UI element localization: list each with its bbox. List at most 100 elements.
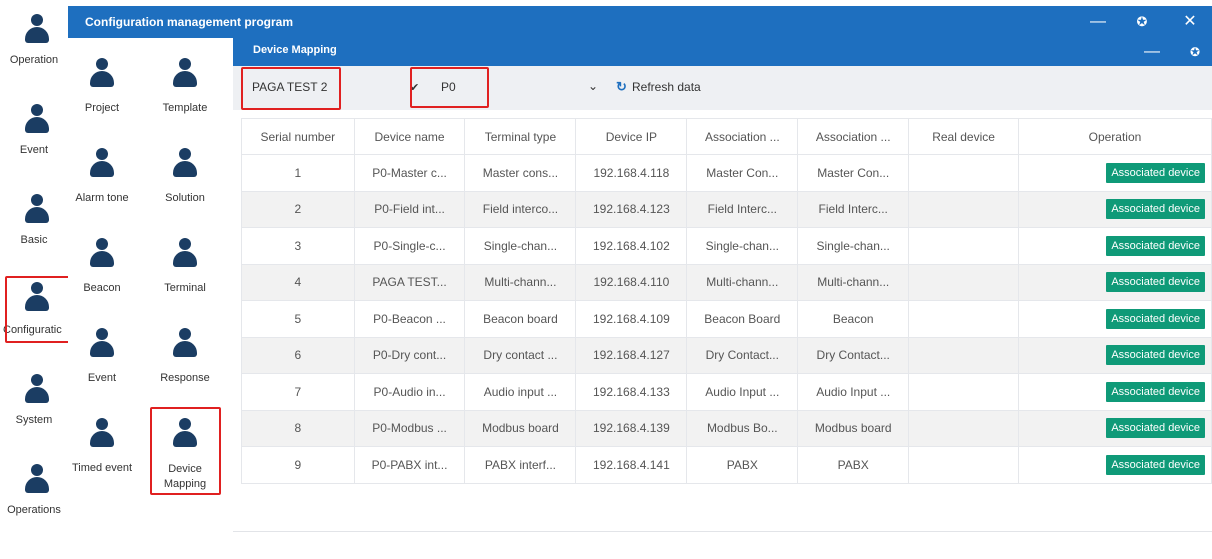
table-row[interactable]: 4 PAGA TEST... Multi-chann... 192.168.4.110…: [241, 264, 1212, 301]
associated-device-button[interactable]: Associated device: [1106, 454, 1205, 475]
submenu-item-beacon[interactable]: Beacon: [62, 238, 142, 298]
table-cell-name: P0-Single-c...: [354, 227, 466, 265]
rail-item-operation[interactable]: Operation: [0, 10, 68, 70]
close-icon[interactable]: ✕: [1178, 10, 1202, 34]
table-cell-type: Multi-chann...: [464, 264, 577, 301]
table-row[interactable]: 2 P0-Field int... Field interco... 192.168.…: [241, 191, 1212, 228]
rail-item-label: Operations: [7, 504, 61, 516]
table-cell-serial: 5: [241, 300, 355, 338]
rail-item-basic[interactable]: Basic: [0, 190, 68, 250]
table-cell-assoc2: Field Interc...: [797, 191, 910, 228]
table-cell-ip: 192.168.4.123: [575, 191, 688, 228]
table-cell-assoc1: Master Con...: [686, 154, 799, 192]
associated-device-button[interactable]: Associated device: [1106, 235, 1205, 256]
table-cell-ip: 192.168.4.109: [575, 300, 688, 338]
chevron-down-icon[interactable]: ⌄: [588, 79, 598, 93]
associated-device-button[interactable]: Associated device: [1106, 308, 1205, 329]
person-icon: [172, 148, 198, 178]
submenu-item-timed-event[interactable]: Timed event: [62, 418, 142, 478]
content-footer: [233, 532, 1212, 559]
table-cell-name: P0-Beacon ...: [354, 300, 466, 338]
associated-device-button[interactable]: Associated device: [1106, 162, 1205, 183]
person-icon: [24, 374, 50, 404]
rail-item-event[interactable]: Event: [0, 100, 68, 160]
person-icon: [24, 104, 50, 134]
rail-item-label: Event: [19, 144, 49, 156]
table-row[interactable]: 1 P0-Master c... Master cons... 192.168.4.1…: [241, 154, 1212, 192]
submenu-item-project[interactable]: Project: [62, 58, 142, 118]
table-cell-serial: 7: [241, 373, 355, 411]
table-cell-assoc2: Beacon: [797, 300, 910, 338]
table-cell-real: [908, 227, 1019, 265]
column-header[interactable]: Operation: [1018, 118, 1212, 155]
refresh-data-button[interactable]: Refresh data: [632, 80, 701, 94]
table-cell-operation: Associated device: [1018, 446, 1212, 484]
submenu-item-label: Alarm tone: [75, 192, 129, 204]
column-header[interactable]: Real device: [908, 118, 1019, 155]
submenu-item-response[interactable]: Response: [145, 328, 225, 388]
submenu-item-label: Terminal: [164, 282, 206, 294]
column-header[interactable]: Association ...: [686, 118, 799, 155]
table-cell-type: Audio input ...: [464, 373, 577, 411]
associated-device-button[interactable]: Associated device: [1106, 199, 1205, 220]
column-header[interactable]: Terminal type: [464, 118, 577, 155]
table-cell-name: P0-Audio in...: [354, 373, 466, 411]
restore-icon[interactable]: ✪: [1183, 40, 1207, 64]
table-row[interactable]: 7 P0-Audio in... Audio input ... 192.168.4.…: [241, 373, 1212, 411]
table-row[interactable]: 8 P0-Modbus ... Modbus board 192.168.4.139 M…: [241, 410, 1212, 447]
submenu-item-solution[interactable]: Solution: [145, 148, 225, 208]
toolbar: [233, 66, 1212, 110]
rail-item-operations[interactable]: Operations: [0, 460, 68, 520]
table-cell-operation: Associated device: [1018, 373, 1212, 411]
minimize-icon[interactable]: —: [1086, 10, 1110, 34]
table-cell-assoc2: Multi-chann...: [797, 264, 910, 301]
column-header[interactable]: Device IP: [575, 118, 688, 155]
submenu-item-template[interactable]: Template: [145, 58, 225, 118]
person-icon: [89, 58, 115, 88]
table-row[interactable]: 3 P0-Single-c... Single-chan... 192.168.4.1…: [241, 227, 1212, 265]
submenu-item-label: Response: [160, 372, 210, 384]
submenu-item-label: Event: [87, 372, 117, 384]
table-cell-real: [908, 264, 1019, 301]
person-icon: [24, 464, 50, 494]
table-cell-name: P0-Master c...: [354, 154, 466, 192]
table-cell-operation: Associated device: [1018, 300, 1212, 338]
submenu-item-terminal[interactable]: Terminal: [145, 238, 225, 298]
submenu-item-alarm-tone[interactable]: Alarm tone: [62, 148, 142, 208]
table-cell-ip: 192.168.4.127: [575, 337, 688, 374]
refresh-icon[interactable]: ↻: [616, 79, 627, 95]
table-cell-real: [908, 300, 1019, 338]
table-cell-real: [908, 373, 1019, 411]
table-cell-assoc1: Beacon Board: [686, 300, 799, 338]
window-titlebar: Configuration management program — ✪ ✕: [68, 6, 1212, 38]
table-row[interactable]: 9 P0-PABX int... PABX interf... 192.168.4.1…: [241, 446, 1212, 484]
associated-device-button[interactable]: Associated device: [1106, 418, 1205, 439]
minimize-icon[interactable]: —: [1140, 40, 1164, 64]
table-cell-assoc2: Audio Input ...: [797, 373, 910, 411]
table-row[interactable]: 6 P0-Dry cont... Dry contact ... 192.168.4.…: [241, 337, 1212, 374]
associated-device-button[interactable]: Associated device: [1106, 272, 1205, 293]
person-icon: [89, 148, 115, 178]
table-cell-real: [908, 191, 1019, 228]
submenu-item-event[interactable]: Event: [62, 328, 142, 388]
associated-device-button[interactable]: Associated device: [1106, 381, 1205, 402]
table-cell-type: Modbus board: [464, 410, 577, 447]
table-cell-name: P0-Modbus ...: [354, 410, 466, 447]
table-cell-serial: 6: [241, 337, 355, 374]
subwindow-title: Device Mapping: [253, 44, 337, 56]
rail-item-system[interactable]: System: [0, 370, 68, 430]
column-header[interactable]: Serial number: [241, 118, 355, 155]
column-header[interactable]: Device name: [354, 118, 466, 155]
table-cell-serial: 1: [241, 154, 355, 192]
associated-device-button[interactable]: Associated device: [1106, 345, 1205, 366]
person-icon: [172, 58, 198, 88]
column-header[interactable]: Association ...: [797, 118, 910, 155]
table-cell-type: Beacon board: [464, 300, 577, 338]
table-cell-type: Field interco...: [464, 191, 577, 228]
submenu-item-label: Solution: [165, 192, 205, 204]
table-row[interactable]: 5 P0-Beacon ... Beacon board 192.168.4.109 B…: [241, 300, 1212, 338]
person-icon: [89, 328, 115, 358]
submenu-item-label: Beacon: [83, 282, 121, 294]
device-mapping-table: Serial number Device name Terminal type …: [241, 118, 1212, 484]
restore-icon[interactable]: ✪: [1130, 10, 1154, 34]
